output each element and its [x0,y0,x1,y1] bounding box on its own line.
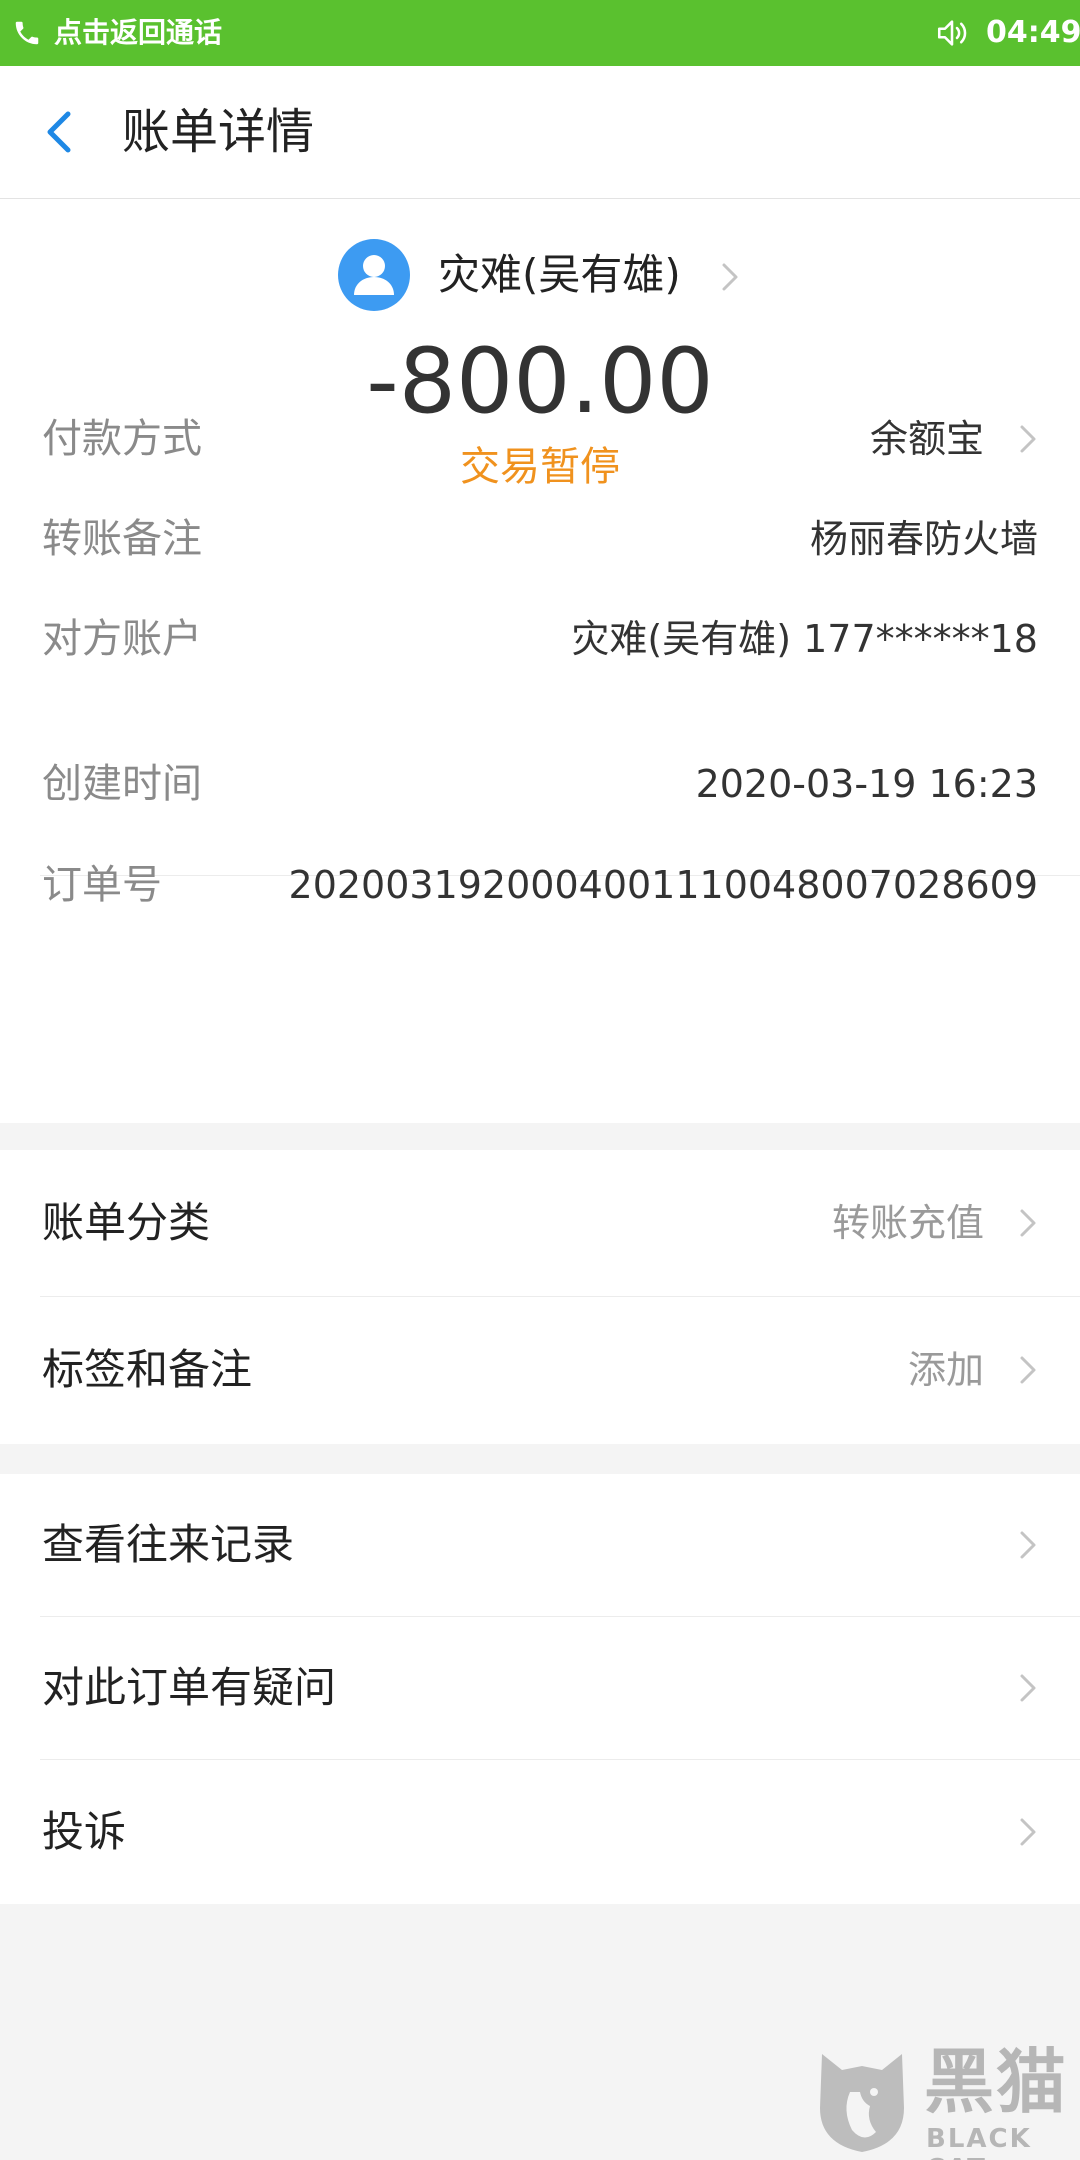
detail-value: 2020031920004001110048007028609 [288,863,1038,907]
chevron-right-icon [1020,1818,1036,1846]
return-to-call-label[interactable]: 点击返回通话 [54,0,222,66]
watermark-en-text: BLACK CAT [926,2124,1032,2160]
menu-row-bill-category[interactable]: 账单分类 转账充值 [0,1150,1080,1296]
actions-card: 查看往来记录 对此订单有疑问 投诉 [0,1474,1080,1904]
status-clock: 04:49 [986,15,1080,50]
nav-header: 账单详情 [0,66,1080,199]
bill-settings-card: 账单分类 转账充值 标签和备注 添加 [0,1150,1080,1444]
return-to-call-bar[interactable]: 点击返回通话 04:49 [0,0,1080,66]
menu-value: 转账充值 [831,1201,984,1245]
menu-label: 账单分类 [42,1198,211,1247]
watermark-cn-text: 黑猫 [924,2041,1068,2123]
detail-label: 付款方式 [42,416,202,462]
chevron-right-icon [722,263,738,291]
detail-row-created-time: 创建时间 2020-03-19 16:23 [0,744,1080,824]
menu-row-order-question[interactable]: 对此订单有疑问 [0,1617,1080,1759]
detail-row-counterparty-account: 对方账户 灾难(吴有雄) 177******18 [0,599,1080,679]
detail-label: 转账备注 [42,516,202,562]
chevron-right-icon [1020,1209,1036,1237]
menu-label: 对此订单有疑问 [42,1663,337,1712]
chevron-left-icon[interactable] [30,102,90,162]
detail-value: 2020-03-19 16:23 [695,762,1038,806]
detail-row-payment-method[interactable]: 付款方式 余额宝 [0,399,1080,479]
detail-label: 对方账户 [42,616,202,662]
menu-value: 添加 [907,1348,984,1392]
chevron-right-icon [1020,1674,1036,1702]
detail-value: 灾难(吴有雄) 177******18 [571,617,1038,661]
detail-label: 订单号 [42,862,162,908]
payee-name[interactable]: 灾难(吴有雄) [438,239,681,311]
detail-row-order-number: 订单号 2020031920004001110048007028609 [0,845,1080,925]
menu-label: 查看往来记录 [42,1520,295,1569]
transaction-summary-card: 灾难(吴有雄) -800.00 交易暂停 付款方式 余额宝 转账备注 杨丽春防火… [0,199,1080,1123]
phone-icon [15,21,39,45]
black-cat-watermark: 黑猫 BLACK CAT [806,2040,1080,2160]
chevron-right-icon [1020,1356,1036,1384]
user-avatar-icon [338,239,410,311]
page-title: 账单详情 [122,104,315,160]
chevron-right-icon [1020,1531,1036,1559]
menu-row-history[interactable]: 查看往来记录 [0,1474,1080,1616]
detail-value: 杨丽春防火墙 [809,517,1038,561]
bill-detail-screen: 点击返回通话 04:49 账单详情 灾难(吴有雄) -800.00 交易暂停 付… [0,0,1080,2160]
menu-row-tags-notes[interactable]: 标签和备注 添加 [0,1297,1080,1443]
chevron-right-icon [1020,425,1036,453]
detail-value: 余额宝 [869,417,984,461]
speaker-icon [937,20,967,46]
menu-label: 投诉 [42,1807,127,1856]
menu-label: 标签和备注 [42,1345,253,1394]
black-cat-logo-icon [820,2054,904,2152]
menu-row-complaint[interactable]: 投诉 [0,1760,1080,1904]
detail-row-transfer-note: 转账备注 杨丽春防火墙 [0,499,1080,579]
detail-label: 创建时间 [42,761,202,807]
